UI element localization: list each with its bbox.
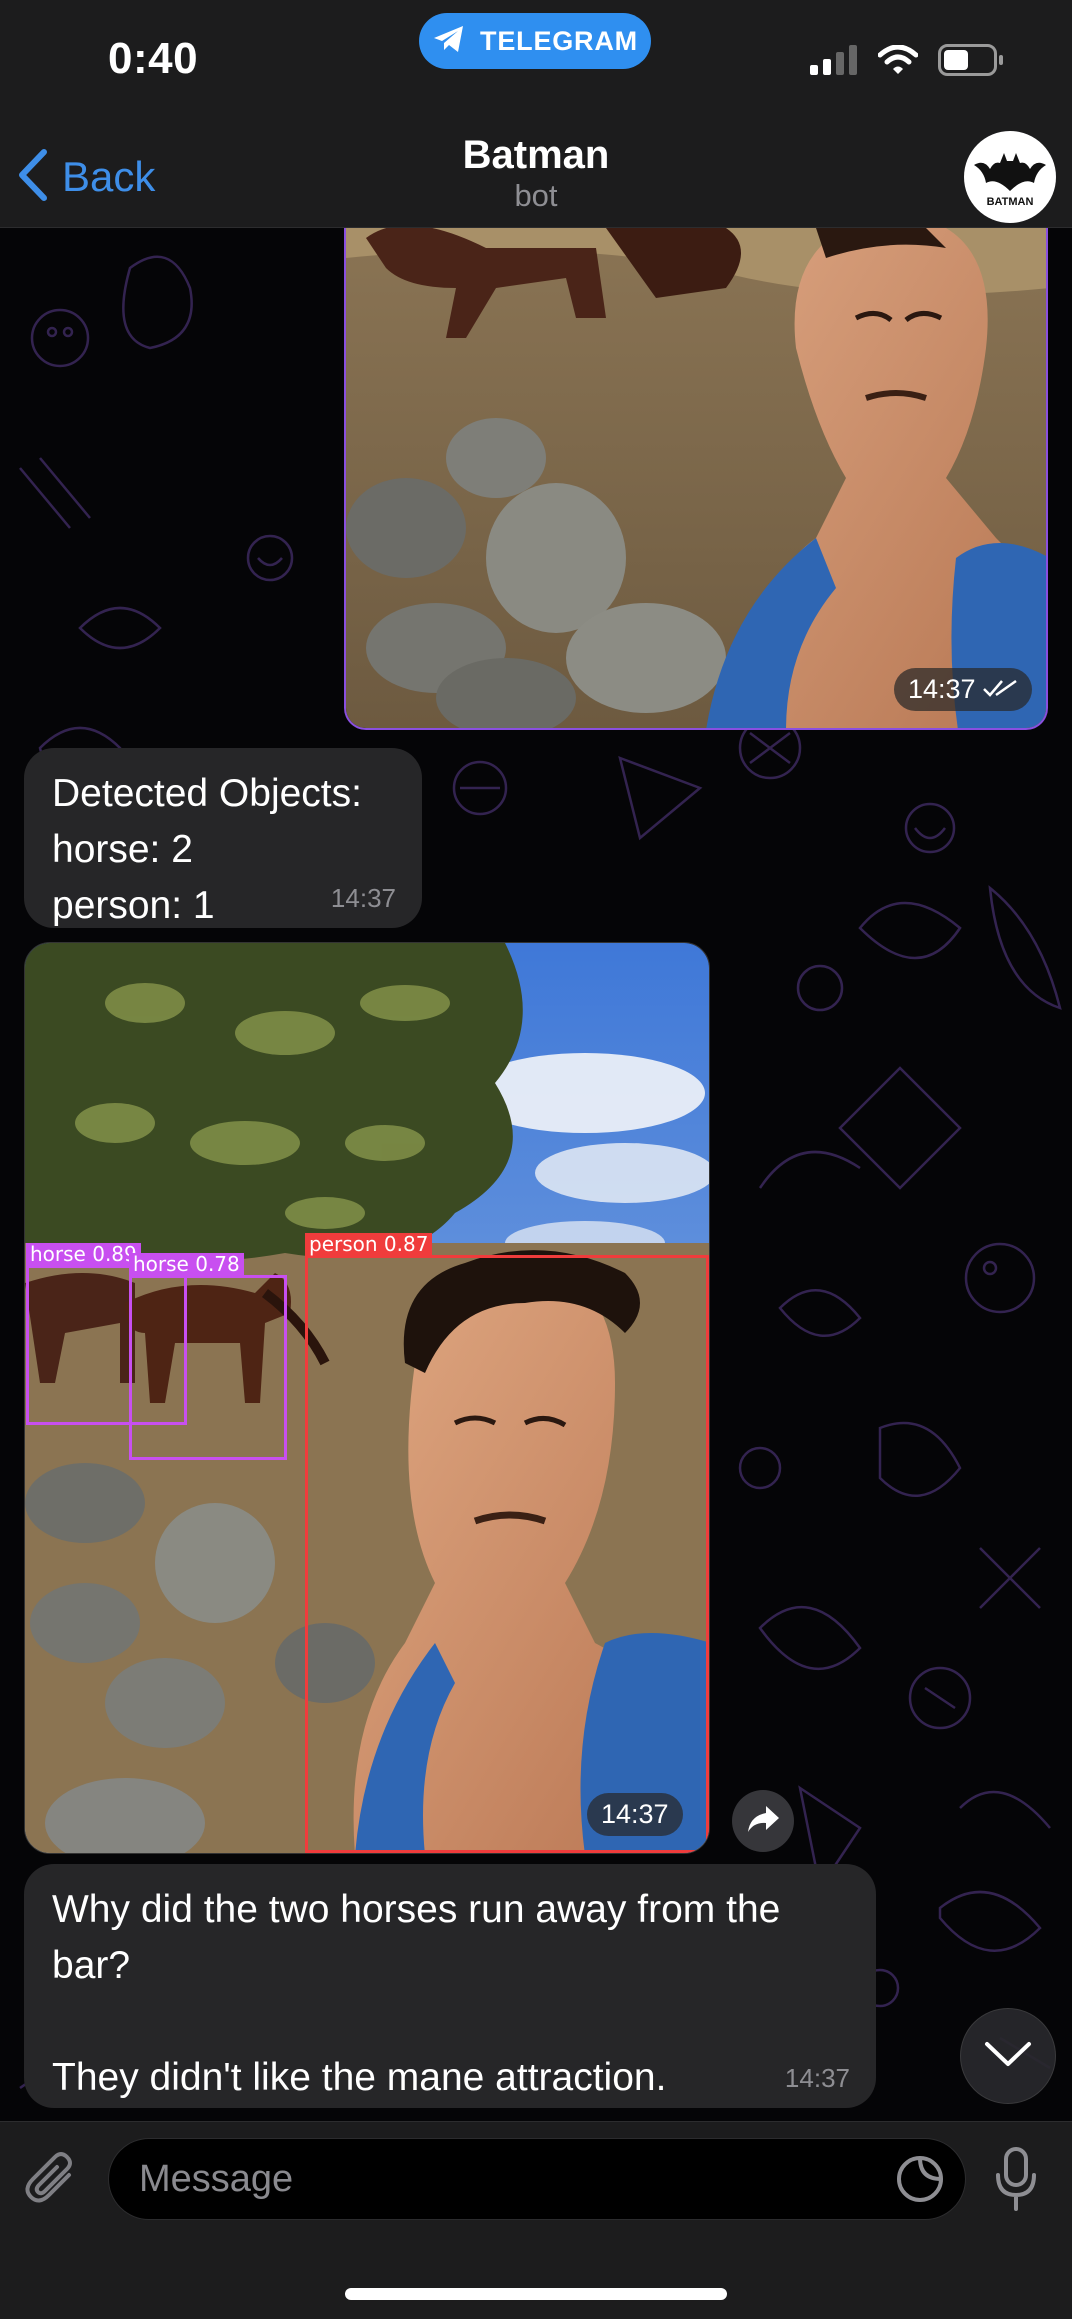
bat-logo-icon: BATMAN <box>974 153 1046 208</box>
message-time-chip: 14:37 <box>894 668 1032 711</box>
telegram-plane-icon <box>432 24 466 59</box>
chat-area[interactable]: 14:37 Detected Objects: horse: 2 person:… <box>0 228 1072 2121</box>
message-composer <box>0 2121 1072 2319</box>
message-time: 14:37 <box>330 883 396 913</box>
chat-subtitle: bot <box>514 178 558 213</box>
microphone-button[interactable] <box>988 2146 1044 2216</box>
detection-label: person 0.87 <box>305 1233 433 1255</box>
share-button[interactable] <box>732 1790 794 1852</box>
return-to-telegram-pill[interactable]: TELEGRAM <box>419 13 651 69</box>
chevron-down-icon <box>984 2040 1032 2073</box>
attach-button[interactable] <box>22 2150 84 2212</box>
paperclip-icon <box>25 2151 81 2212</box>
message-time-chip: 14:37 <box>587 1793 683 1836</box>
message-time: 14:37 <box>784 2063 850 2093</box>
sticker-icon <box>895 2154 945 2209</box>
annotated-photo[interactable]: horse 0.89 horse 0.78 person 0.87 14:37 <box>24 942 710 1854</box>
chat-header: Back Batman bot BATMAN <box>0 130 1072 228</box>
microphone-icon <box>994 2146 1038 2216</box>
outgoing-photo[interactable]: 14:37 <box>344 228 1048 730</box>
message-input[interactable] <box>108 2138 966 2220</box>
photo-in-time: 14:37 <box>601 1799 669 1829</box>
message-line: bar? <box>52 1944 131 1987</box>
outgoing-photo-image <box>346 228 1046 728</box>
detected-objects-message[interactable]: Detected Objects: horse: 2 person: 1 14:… <box>24 748 422 928</box>
message-line: They didn't like the mane attraction. <box>52 2056 667 2099</box>
signal-icon <box>810 45 858 80</box>
message-line <box>52 1994 848 2050</box>
detection-label: horse 0.89 <box>26 1243 141 1265</box>
telegram-pill-label: TELEGRAM <box>480 25 638 56</box>
status-time: 0:40 <box>108 34 199 83</box>
detection-label: horse 0.78 <box>129 1253 244 1275</box>
status-icons <box>810 44 1004 81</box>
message-line: Why did the two horses run away from the <box>52 1888 781 1931</box>
scroll-to-bottom-button[interactable] <box>960 2008 1056 2104</box>
message-line: Detected Objects: <box>52 772 362 815</box>
photo-out-time: 14:37 <box>908 674 976 704</box>
detection-box-horse <box>129 1275 287 1460</box>
avatar-text: BATMAN <box>987 196 1034 208</box>
detection-box-person <box>305 1255 709 1853</box>
avatar[interactable]: BATMAN <box>964 131 1056 223</box>
battery-icon <box>938 44 1004 81</box>
wifi-icon <box>877 44 919 80</box>
chat-title[interactable]: Batman <box>0 130 1072 180</box>
joke-message[interactable]: Why did the two horses run away from the… <box>24 1864 876 2108</box>
home-indicator[interactable] <box>345 2288 727 2300</box>
message-line: horse: 2 <box>52 828 193 871</box>
sticker-button[interactable] <box>894 2155 946 2207</box>
read-checkmarks-icon <box>982 674 1018 705</box>
status-bar: 0:40 TELEGRAM <box>0 0 1072 130</box>
share-arrow-icon <box>746 1804 780 1839</box>
